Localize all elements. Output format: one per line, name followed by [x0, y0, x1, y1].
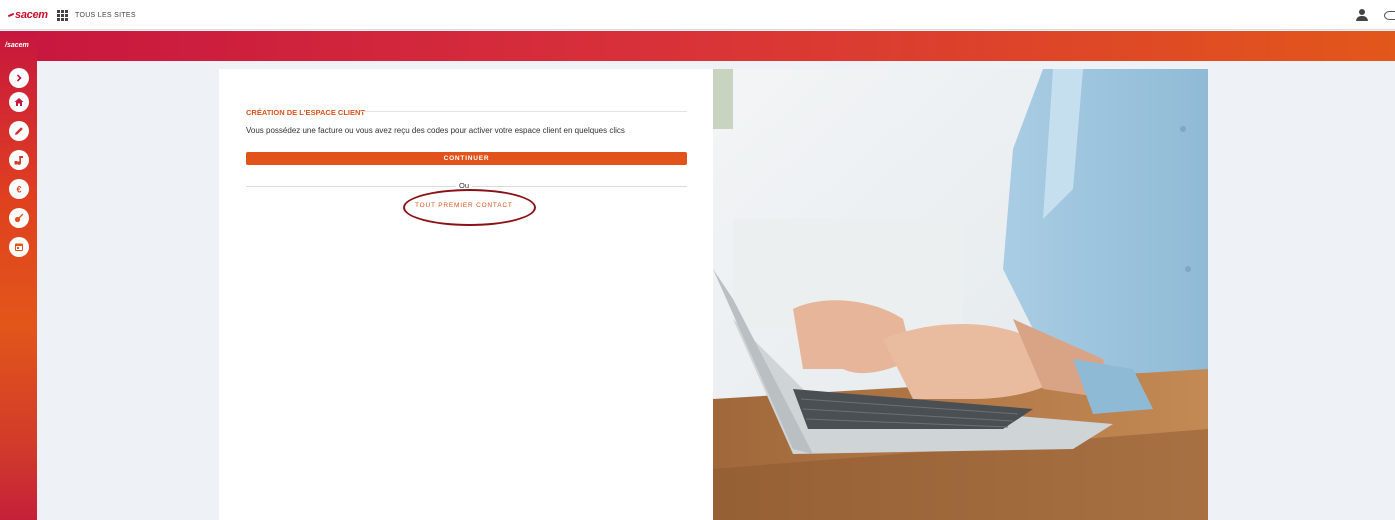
chevron-right-icon [16, 74, 22, 82]
laptop-photo-illustration [713, 69, 1208, 520]
laptop-hands-photo [713, 69, 1208, 520]
section-description: Vous possédez une facture ou vous avez r… [246, 126, 625, 135]
account-creation-form: CRÉATION DE L'ESPACE CLIENT Vous posséde… [219, 69, 713, 520]
sidebar-item-calendar[interactable] [9, 237, 29, 257]
more-icon[interactable] [1384, 11, 1395, 20]
music-note-icon [14, 156, 23, 165]
user-icon[interactable] [1356, 9, 1368, 21]
calendar-icon [15, 243, 23, 251]
sacem-logo[interactable]: sacem [7, 9, 48, 21]
sidebar-expand-button[interactable] [9, 68, 29, 88]
sidebar-logo[interactable]: /sacem [5, 42, 29, 49]
pencil-icon [15, 127, 23, 135]
section-title: CRÉATION DE L'ESPACE CLIENT [246, 108, 366, 117]
sidebar-item-payments[interactable]: € [9, 179, 29, 199]
title-divider [360, 111, 687, 112]
sidebar-item-tools[interactable] [9, 208, 29, 228]
top-bar: sacem TOUS LES SITES [0, 0, 1395, 30]
annotation-ellipse [403, 189, 536, 226]
all-sites-label: TOUS LES SITES [75, 12, 136, 19]
svg-text:€: € [16, 184, 21, 194]
apps-grid-icon [57, 10, 68, 21]
account-creation-card: CRÉATION DE L'ESPACE CLIENT Vous posséde… [219, 69, 1208, 520]
header-banner [0, 31, 1395, 61]
sidebar-item-home[interactable] [9, 92, 29, 112]
home-icon [14, 98, 24, 106]
guitar-icon [14, 213, 24, 223]
sidebar-item-declare[interactable] [9, 121, 29, 141]
sidebar-item-works[interactable] [9, 150, 29, 170]
all-sites-menu[interactable]: TOUS LES SITES [57, 10, 136, 21]
sidebar: /sacem € [0, 31, 37, 520]
euro-icon: € [16, 184, 21, 194]
continue-button[interactable]: CONTINUER [246, 152, 687, 165]
